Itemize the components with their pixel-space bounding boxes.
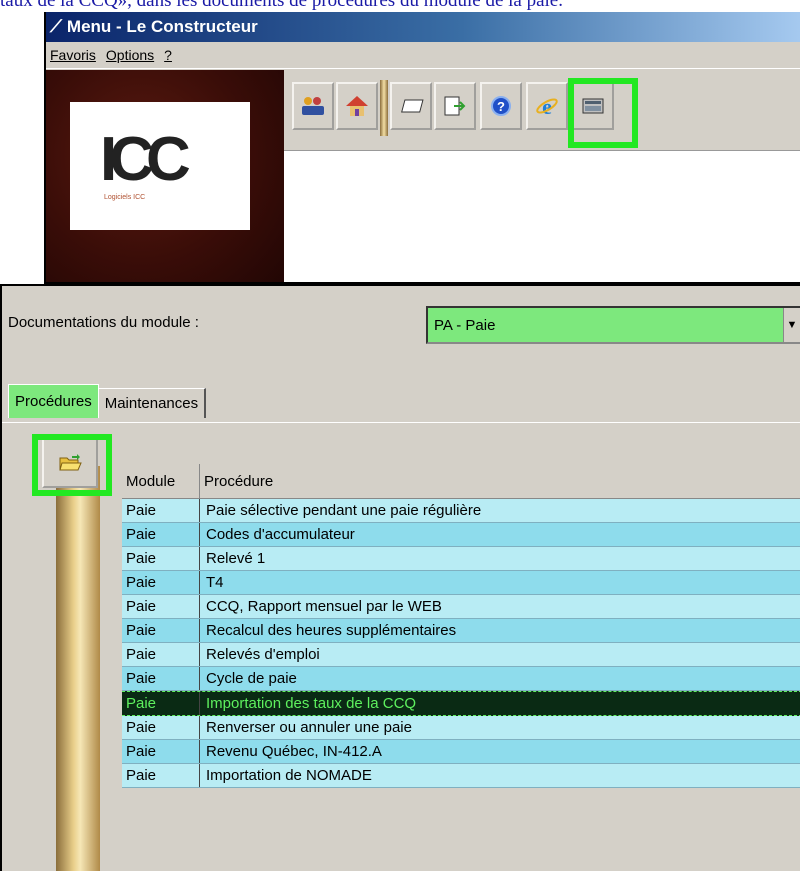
cell-module: Paie <box>122 571 200 594</box>
menu-bar: Favoris Options ? <box>46 42 800 69</box>
help-icon: ? <box>491 96 511 116</box>
cell-procedure: Revenu Québec, IN-412.A <box>206 743 382 760</box>
document-text: taux de la CCQ», dans les documents de p… <box>0 0 563 11</box>
cell-module: Paie <box>122 643 200 666</box>
cell-module: Paie <box>122 667 200 690</box>
window-button[interactable] <box>390 82 432 130</box>
table-row[interactable]: Paie Relevés d'emploi <box>122 643 800 667</box>
table-row[interactable]: Paie Renverser ou annuler une paie <box>122 716 800 740</box>
table-row[interactable]: Paie Revenu Québec, IN-412.A <box>122 740 800 764</box>
table-row[interactable]: Paie Paie sélective pendant une paie régu… <box>122 499 800 523</box>
cell-module: Paie <box>122 523 200 546</box>
cell-module: Paie <box>122 619 200 642</box>
module-select-value: PA - Paie <box>434 317 496 334</box>
cell-procedure: Codes d'accumulateur <box>206 526 355 543</box>
tab-divider <box>2 422 800 423</box>
cell-module: Paie <box>122 716 200 739</box>
logo-tagline: Logiciels ICC <box>104 194 146 201</box>
window-title: Menu - Le Constructeur <box>66 17 258 36</box>
help-button[interactable]: ? <box>480 82 522 130</box>
side-bar <box>56 466 100 871</box>
procedures-table: Module Procédure Paie Paie sélective pend… <box>122 464 800 788</box>
logo-text: ICC <box>100 125 191 194</box>
cell-module: Paie <box>122 740 200 763</box>
help-button-highlight <box>568 78 638 148</box>
home-icon <box>346 96 368 116</box>
table-header: Module Procédure <box>122 464 800 499</box>
menu-window: ⟋ Menu - Le Constructeur Favoris Options… <box>44 12 800 284</box>
cell-module: Paie <box>122 595 200 618</box>
cell-module: Paie <box>122 547 200 570</box>
module-select[interactable]: PA - Paie ▼ <box>426 306 800 344</box>
cell-procedure: Cycle de paie <box>206 670 297 687</box>
export-icon <box>444 96 466 116</box>
cell-module: Paie <box>122 764 200 787</box>
column-header-procedure[interactable]: Procédure <box>200 464 800 498</box>
logo-panel: ICC Logiciels ICC <box>46 70 284 282</box>
menu-options[interactable]: Options <box>106 47 154 63</box>
window-icon <box>401 99 424 113</box>
documentation-window: Documentations du module : PA - Paie ▼ P… <box>0 284 800 871</box>
svg-text:?: ? <box>497 99 505 114</box>
table-row[interactable]: Paie CCQ, Rapport mensuel par le WEB <box>122 595 800 619</box>
users-button[interactable] <box>292 82 334 130</box>
menu-help[interactable]: ? <box>164 47 172 63</box>
internet-explorer-button[interactable]: e <box>526 82 568 130</box>
table-row-selected[interactable]: Paie Importation des taux de la CCQ <box>122 691 800 716</box>
menu-favoris[interactable]: Favoris <box>50 47 96 63</box>
cell-module: Paie <box>122 499 200 522</box>
table-row[interactable]: Paie Cycle de paie <box>122 667 800 691</box>
column-header-module[interactable]: Module <box>122 464 200 498</box>
chevron-down-icon[interactable]: ▼ <box>783 308 800 342</box>
cell-procedure: T4 <box>206 574 224 591</box>
internet-explorer-icon: e <box>536 94 558 118</box>
table-row[interactable]: Paie Importation de NOMADE <box>122 764 800 788</box>
table-row[interactable]: Paie Relevé 1 <box>122 547 800 571</box>
tab-procedures[interactable]: Procédures <box>8 384 99 418</box>
table-row[interactable]: Paie T4 <box>122 571 800 595</box>
cell-procedure: Importation des taux de la CCQ <box>206 695 417 712</box>
content-area <box>284 150 800 282</box>
users-icon <box>302 97 324 115</box>
home-button[interactable] <box>336 82 378 130</box>
cell-procedure: Importation de NOMADE <box>206 767 372 784</box>
cell-procedure: Paie sélective pendant une paie régulièr… <box>206 502 482 519</box>
cell-module: Paie <box>122 692 200 715</box>
toolbar-separator <box>380 80 388 136</box>
toolbar: ? e <box>284 78 800 150</box>
module-label: Documentations du module : <box>8 314 199 331</box>
export-button[interactable] <box>434 82 476 130</box>
open-folder-highlight <box>32 434 112 496</box>
cell-procedure: Relevé 1 <box>206 550 266 567</box>
tab-maintenances[interactable]: Maintenances <box>98 388 207 418</box>
tab-bar: Procédures Maintenances <box>8 384 207 418</box>
svg-text:e: e <box>542 94 552 118</box>
table-row[interactable]: Paie Recalcul des heures supplémentaires <box>122 619 800 643</box>
app-icon: ⟋ <box>50 17 62 36</box>
cell-procedure: CCQ, Rapport mensuel par le WEB <box>206 598 442 615</box>
cell-procedure: Recalcul des heures supplémentaires <box>206 622 457 639</box>
cell-procedure: Relevés d'emploi <box>206 646 320 663</box>
logo: ICC Logiciels ICC <box>70 102 250 230</box>
cell-procedure: Renverser ou annuler une paie <box>206 719 412 736</box>
table-row[interactable]: Paie Codes d'accumulateur <box>122 523 800 547</box>
title-bar: ⟋ Menu - Le Constructeur <box>46 12 800 42</box>
